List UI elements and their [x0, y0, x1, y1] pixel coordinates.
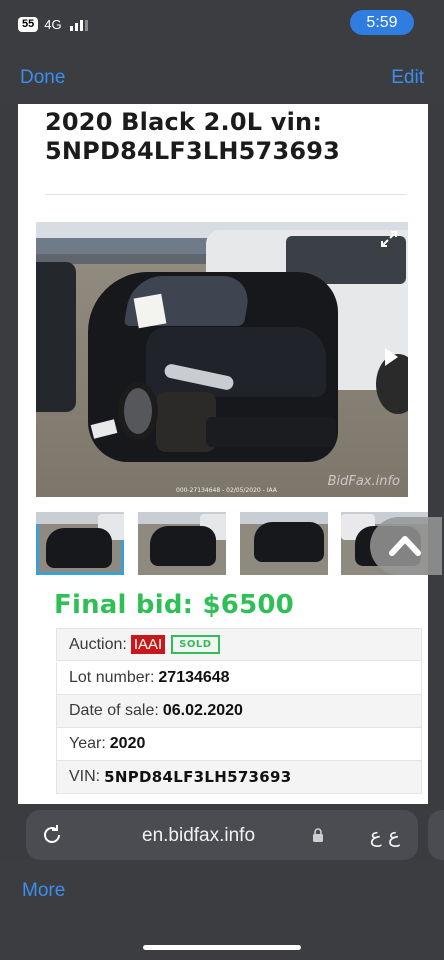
reader-settings-button[interactable]: ع ع [370, 823, 400, 847]
auction-row: Auction: IAAI SOLD [56, 628, 422, 661]
sold-badge: SOLD [171, 635, 220, 654]
home-indicator[interactable] [143, 945, 301, 950]
edit-button[interactable]: Edit [391, 67, 424, 89]
scroll-to-top-button[interactable] [370, 517, 442, 575]
final-bid-label: Final bid: [54, 590, 194, 620]
thumbnail-3[interactable] [240, 512, 328, 575]
more-button[interactable]: More [22, 880, 65, 902]
year-label: Year: [69, 735, 106, 752]
battery-indicator: 55 [18, 17, 39, 32]
done-button[interactable]: Done [20, 67, 65, 89]
lot-row: Lot number: 27134648 [56, 662, 422, 695]
status-bar: 55 4G 5:59 [0, 0, 444, 50]
divider [45, 194, 407, 195]
chevron-up-icon [389, 536, 421, 556]
main-vehicle-photo[interactable]: 000-27134648 - 02/05/2020 - IAA BidFax.i… [36, 222, 408, 497]
reload-icon[interactable] [40, 823, 64, 852]
status-left: 55 4G [18, 17, 88, 32]
date-label: Date of sale: [69, 702, 159, 719]
sheet-nav-bar: Done Edit [0, 50, 444, 104]
auction-badge: IAAI [130, 635, 166, 654]
lot-label: Lot number: [69, 669, 155, 686]
address-bar[interactable]: en.bidfax.info ع ع [26, 810, 418, 860]
date-row: Date of sale: 06.02.2020 [56, 695, 422, 728]
title-line-1: 2020 Black 2.0L vin: [45, 108, 323, 136]
next-tab-peek[interactable] [428, 810, 444, 860]
bottom-toolbar: More [0, 860, 444, 960]
year-row: Year: 2020 [56, 728, 422, 761]
listing-title: 2020 Black 2.0L vin: 5NPD84LF3LH573693 [45, 104, 405, 166]
vin-label: VIN: [69, 768, 101, 785]
year-value: 2020 [109, 735, 146, 752]
final-bid: Final bid: $6500 [54, 590, 294, 620]
lock-icon [312, 828, 324, 848]
vin-row: VIN: 5NPD84LF3LH573693 [56, 761, 422, 794]
photo-watermark: BidFax.info [327, 474, 400, 489]
thumbnail-1[interactable] [36, 512, 124, 575]
final-bid-value: $6500 [202, 590, 294, 620]
expand-icon[interactable] [378, 230, 400, 252]
status-time: 5:59 [350, 10, 414, 35]
play-next-icon[interactable] [385, 348, 398, 366]
network-type: 4G [44, 17, 62, 32]
title-line-2: 5NPD84LF3LH573693 [45, 137, 341, 165]
photo-caption: 000-27134648 - 02/05/2020 - IAA [176, 487, 277, 494]
url-text[interactable]: en.bidfax.info [142, 825, 255, 847]
date-value: 06.02.2020 [162, 702, 243, 719]
lot-value: 27134648 [158, 669, 230, 686]
vin-value: 5NPD84LF3LH573693 [104, 768, 292, 786]
thumbnail-2[interactable] [138, 512, 226, 575]
web-page: 2020 Black 2.0L vin: 5NPD84LF3LH573693 0… [18, 104, 428, 804]
auction-label: Auction: [69, 635, 127, 653]
signal-icon [69, 19, 88, 31]
